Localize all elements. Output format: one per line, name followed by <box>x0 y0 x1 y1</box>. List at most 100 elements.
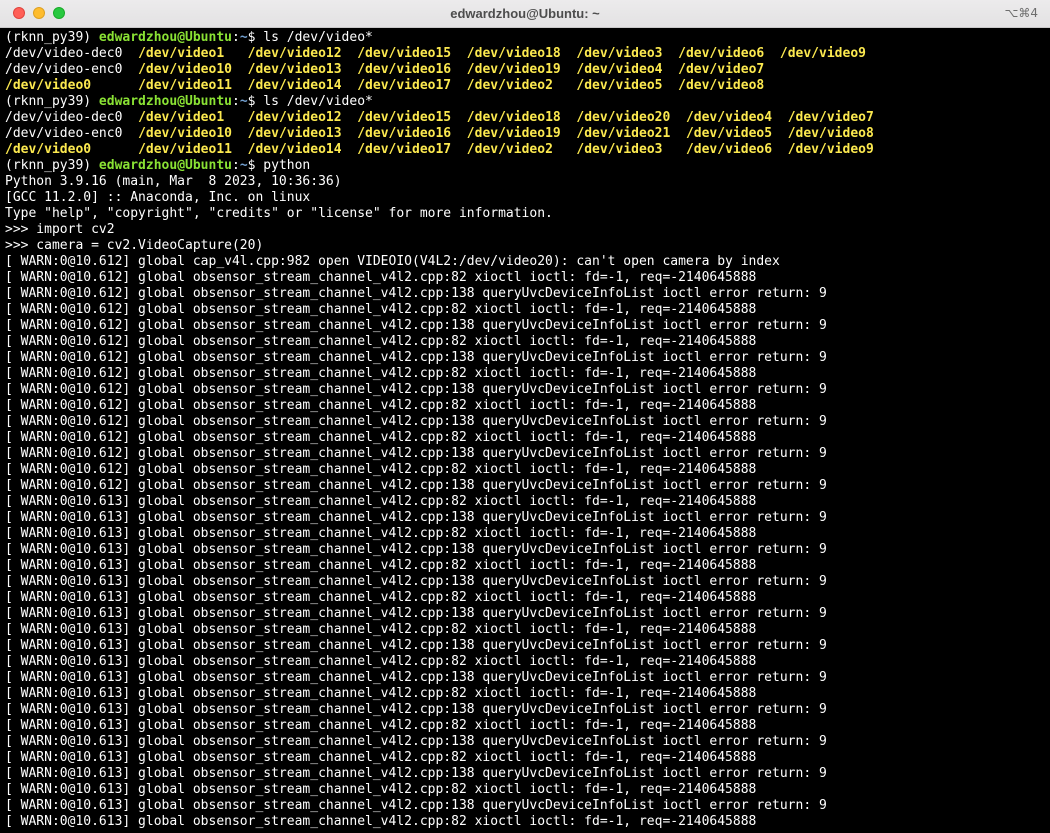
terminal-text: [ WARN:0@10.613] global obsensor_stream_… <box>5 590 757 605</box>
device-file: /dev/video11 <box>138 78 232 93</box>
terminal-line: [ WARN:0@10.613] global obsensor_stream_… <box>5 542 1050 558</box>
terminal-line: [ WARN:0@10.613] global obsensor_stream_… <box>5 814 1050 830</box>
device-file: /dev/video1 <box>138 110 225 125</box>
device-file: /dev/video8 <box>787 126 874 141</box>
terminal-line: >>> import cv2 <box>5 222 1050 238</box>
terminal-line: [ WARN:0@10.613] global obsensor_stream_… <box>5 782 1050 798</box>
terminal-line: (rknn_py39) edwardzhou@Ubuntu:~$ ls /dev… <box>5 94 1050 110</box>
terminal-line: [ WARN:0@10.612] global obsensor_stream_… <box>5 286 1050 302</box>
terminal-line: [ WARN:0@10.613] global obsensor_stream_… <box>5 798 1050 814</box>
terminal-line: [ WARN:0@10.612] global obsensor_stream_… <box>5 382 1050 398</box>
device-file: /dev/video7 <box>678 62 765 77</box>
terminal-line: [ WARN:0@10.613] global obsensor_stream_… <box>5 510 1050 526</box>
device-file: /dev/video21 <box>576 126 671 141</box>
device-file: /dev/video19 <box>466 126 561 141</box>
terminal-line: /dev/video-enc0 /dev/video10 /dev/video1… <box>5 126 1050 142</box>
terminal-line: [ WARN:0@10.612] global obsensor_stream_… <box>5 414 1050 430</box>
device-file: /dev/video8 <box>678 78 765 93</box>
device-file: /dev/video18 <box>466 110 561 125</box>
terminal-line: [ WARN:0@10.612] global obsensor_stream_… <box>5 446 1050 462</box>
terminal-text: /dev/video-enc0 <box>5 62 139 77</box>
prompt-path: ~ <box>239 158 248 173</box>
terminal-line: [ WARN:0@10.613] global obsensor_stream_… <box>5 654 1050 670</box>
terminal-line: [ WARN:0@10.613] global obsensor_stream_… <box>5 638 1050 654</box>
terminal-line: [ WARN:0@10.613] global obsensor_stream_… <box>5 718 1050 734</box>
terminal-text: [ WARN:0@10.612] global obsensor_stream_… <box>5 318 827 333</box>
device-file: /dev/video4 <box>685 110 773 125</box>
terminal-line: [ WARN:0@10.613] global obsensor_stream_… <box>5 494 1050 510</box>
terminal-line: [ WARN:0@10.612] global obsensor_stream_… <box>5 398 1050 414</box>
device-file: /dev/video12 <box>247 110 342 125</box>
device-file: /dev/video15 <box>357 46 452 61</box>
terminal-text: [ WARN:0@10.612] global obsensor_stream_… <box>5 366 757 381</box>
terminal-line: >>> camera = cv2.VideoCapture(20) <box>5 238 1050 254</box>
terminal-line: /dev/video0 /dev/video11 /dev/video14 /d… <box>5 142 1050 158</box>
device-file: /dev/video6 <box>685 142 773 157</box>
terminal-text: $ python <box>247 158 311 173</box>
device-file: /dev/video3 <box>576 142 663 157</box>
device-file: /dev/video10 <box>138 126 232 141</box>
terminal-text: [ WARN:0@10.613] global obsensor_stream_… <box>5 670 827 685</box>
terminal-text: : <box>231 94 240 109</box>
terminal-text: [ WARN:0@10.613] global obsensor_stream_… <box>5 606 827 621</box>
device-file: /dev/video4 <box>576 62 663 77</box>
terminal-line: [ WARN:0@10.613] global obsensor_stream_… <box>5 734 1050 750</box>
terminal-line: /dev/video0 /dev/video11 /dev/video14 /d… <box>5 78 1050 94</box>
terminal-text: $ ls /dev/video* <box>247 94 373 109</box>
terminal-text: Python 3.9.16 (main, Mar 8 2023, 10:36:3… <box>5 174 342 189</box>
device-file: /dev/video18 <box>466 46 561 61</box>
title-bar[interactable]: edwardzhou@Ubuntu: ~ ⌥⌘4 <box>0 0 1050 28</box>
terminal-text: [ WARN:0@10.613] global obsensor_stream_… <box>5 718 757 733</box>
terminal-text: [ WARN:0@10.612] global obsensor_stream_… <box>5 270 757 285</box>
terminal-line: [ WARN:0@10.613] global obsensor_stream_… <box>5 622 1050 638</box>
terminal-text: [ WARN:0@10.612] global obsensor_stream_… <box>5 350 827 365</box>
device-file: /dev/video7 <box>787 110 874 125</box>
device-file: /dev/video17 <box>357 78 452 93</box>
terminal-line: [ WARN:0@10.612] global obsensor_stream_… <box>5 478 1050 494</box>
terminal-text: [ WARN:0@10.613] global obsensor_stream_… <box>5 734 827 749</box>
terminal-line: [ WARN:0@10.612] global obsensor_stream_… <box>5 350 1050 366</box>
terminal-text: [ WARN:0@10.613] global obsensor_stream_… <box>5 494 757 509</box>
terminal-text: [ WARN:0@10.613] global obsensor_stream_… <box>5 622 757 637</box>
terminal-line: [ WARN:0@10.612] global obsensor_stream_… <box>5 334 1050 350</box>
terminal-output[interactable]: (rknn_py39) edwardzhou@Ubuntu:~$ ls /dev… <box>0 28 1050 833</box>
terminal-text: >>> camera = cv2.VideoCapture(20) <box>5 238 264 253</box>
terminal-text: [ WARN:0@10.613] global obsensor_stream_… <box>5 558 757 573</box>
terminal-text: [ WARN:0@10.613] global obsensor_stream_… <box>5 782 757 797</box>
terminal-line: [GCC 11.2.0] :: Anaconda, Inc. on linux <box>5 190 1050 206</box>
terminal-text: [ WARN:0@10.613] global obsensor_stream_… <box>5 702 827 717</box>
terminal-text: (rknn_py39) <box>5 158 99 173</box>
terminal-line: /dev/video-dec0 /dev/video1 /dev/video12… <box>5 110 1050 126</box>
device-file: /dev/video2 <box>466 78 553 93</box>
device-file: /dev/video0 <box>5 142 92 157</box>
terminal-line: [ WARN:0@10.613] global obsensor_stream_… <box>5 766 1050 782</box>
device-file: /dev/video5 <box>576 78 663 93</box>
device-file: /dev/video0 <box>5 78 92 93</box>
terminal-line: [ WARN:0@10.612] global obsensor_stream_… <box>5 430 1050 446</box>
terminal-line: [ WARN:0@10.613] global obsensor_stream_… <box>5 670 1050 686</box>
window-title: edwardzhou@Ubuntu: ~ <box>450 6 600 21</box>
terminal-text: [ WARN:0@10.613] global obsensor_stream_… <box>5 750 757 765</box>
terminal-text: [ WARN:0@10.613] global obsensor_stream_… <box>5 542 827 557</box>
